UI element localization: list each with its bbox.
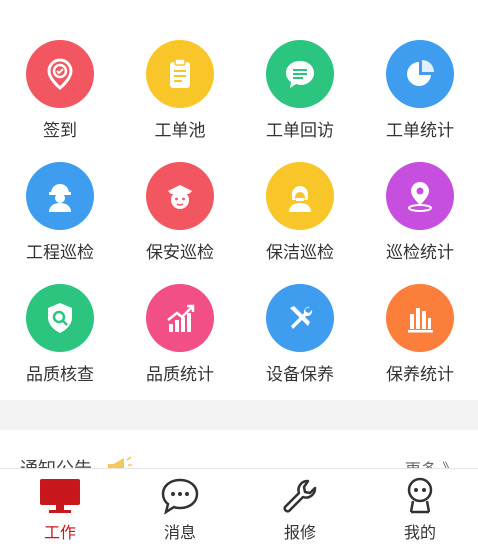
grid-item-engineering-inspection[interactable]: 工程巡检: [0, 162, 120, 282]
tab-messages[interactable]: 消息: [120, 469, 240, 546]
tab-repair[interactable]: 报修: [240, 469, 360, 546]
grid-item-cleaning-inspection[interactable]: 保洁巡检: [240, 162, 360, 282]
grid-item-label: 巡检统计: [386, 243, 454, 263]
grid-item-equipment-maintenance[interactable]: 设备保养: [240, 284, 360, 404]
wrench-icon: [278, 477, 322, 515]
tab-label: 消息: [163, 523, 196, 542]
grid-item-maintenance-stats[interactable]: 保养统计: [360, 284, 478, 404]
grid-item-label: 保洁巡检: [266, 243, 334, 263]
grid-item-security-inspection[interactable]: 保安巡检: [120, 162, 240, 282]
grid-item-label: 工单统计: [386, 121, 454, 141]
grid-item-label: 工单池: [154, 121, 206, 141]
grid-item-label: 保养统计: [386, 365, 454, 385]
grid-item-check-in[interactable]: 签到: [0, 40, 120, 160]
security-guard-icon: [146, 162, 214, 230]
grid-item-ticket-return-visit[interactable]: 工单回访: [240, 40, 360, 160]
grid-item-label: 签到: [43, 121, 77, 141]
function-grid: 签到 工单池 工单回访 工单统计 工程巡检 保安巡检 保洁巡检 巡检统计 品质核…: [0, 0, 478, 400]
robot-profile-icon: [398, 477, 442, 515]
grid-item-ticket-pool[interactable]: 工单池: [120, 40, 240, 160]
tab-label: 工作: [43, 523, 76, 542]
shield-search-icon: [26, 284, 94, 352]
bar-trend-icon: [146, 284, 214, 352]
clipboard-icon: [146, 40, 214, 108]
tab-label: 报修: [283, 523, 316, 542]
monitor-icon: [38, 477, 82, 515]
tab-profile[interactable]: 我的: [360, 469, 478, 546]
message-icon: [158, 477, 202, 515]
cleaner-icon: [266, 162, 334, 230]
grid-item-inspection-stats[interactable]: 巡检统计: [360, 162, 478, 282]
grid-item-ticket-stats[interactable]: 工单统计: [360, 40, 478, 160]
grid-item-label: 保安巡检: [146, 243, 214, 263]
section-divider: [0, 400, 478, 430]
bar-chart-icon: [386, 284, 454, 352]
pie-chart-icon: [386, 40, 454, 108]
grid-item-quality-stats[interactable]: 品质统计: [120, 284, 240, 404]
grid-item-label: 设备保养: [266, 365, 334, 385]
tab-work[interactable]: 工作: [0, 469, 120, 546]
worker-helmet-icon: [26, 162, 94, 230]
chat-bubble-icon: [266, 40, 334, 108]
grid-item-label: 工程巡检: [26, 243, 94, 263]
tab-label: 我的: [403, 523, 436, 542]
tools-icon: [266, 284, 334, 352]
bottom-tab-bar: 工作 消息 报修 我的: [0, 468, 478, 546]
grid-item-label: 品质核查: [26, 365, 94, 385]
check-in-pin-icon: [26, 40, 94, 108]
grid-item-quality-check[interactable]: 品质核查: [0, 284, 120, 404]
grid-item-label: 品质统计: [146, 365, 214, 385]
location-pin-icon: [386, 162, 454, 230]
notice-section: 通知公告 更多 》: [0, 430, 478, 470]
grid-item-label: 工单回访: [266, 121, 334, 141]
